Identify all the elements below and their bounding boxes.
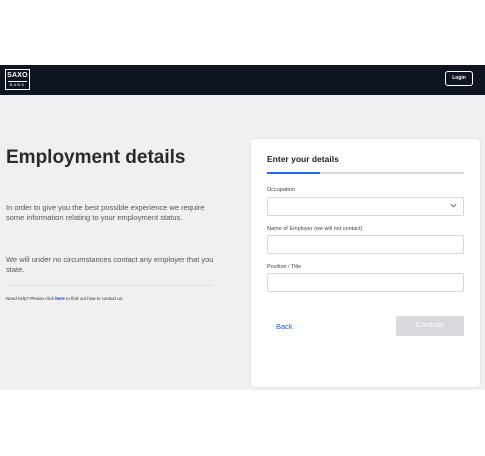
help-prefix: Need help? Please click <box>6 296 55 301</box>
logo-text-saxo: SAXO <box>7 72 28 79</box>
employer-label: Name of Employer (we will not contact) <box>267 226 363 232</box>
help-link[interactable]: here <box>55 296 65 301</box>
employer-name-input[interactable] <box>267 235 464 254</box>
page-title: Employment details <box>6 147 186 168</box>
assurance-text: We will under no circumstances contact a… <box>6 255 214 274</box>
back-button[interactable]: Back <box>276 322 293 331</box>
saxo-bank-logo[interactable]: SAXO BANK <box>5 69 30 90</box>
occupation-label: Occupation <box>267 187 295 193</box>
intro-text: In order to give you the best possible e… <box>6 203 205 222</box>
chevron-down-icon <box>450 203 457 208</box>
logo-text-bank: BANK <box>8 81 27 87</box>
help-text: Need help? Please click here to find out… <box>6 296 123 301</box>
progress-bar <box>267 172 464 174</box>
login-button[interactable]: Login <box>445 71 473 86</box>
top-navigation-bar: SAXO BANK Login <box>0 65 485 95</box>
position-label: Position / Title <box>267 264 302 270</box>
form-title: Enter your details <box>267 154 339 164</box>
help-suffix: to find out how to contact us. <box>66 296 124 301</box>
continue-button[interactable]: Continue <box>396 316 464 336</box>
progress-bar-fill <box>267 172 321 174</box>
divider <box>6 285 214 286</box>
position-title-input[interactable] <box>267 273 464 292</box>
details-form-card: Enter your details Occupation Name of Em… <box>251 139 480 387</box>
occupation-select[interactable] <box>267 197 464 216</box>
